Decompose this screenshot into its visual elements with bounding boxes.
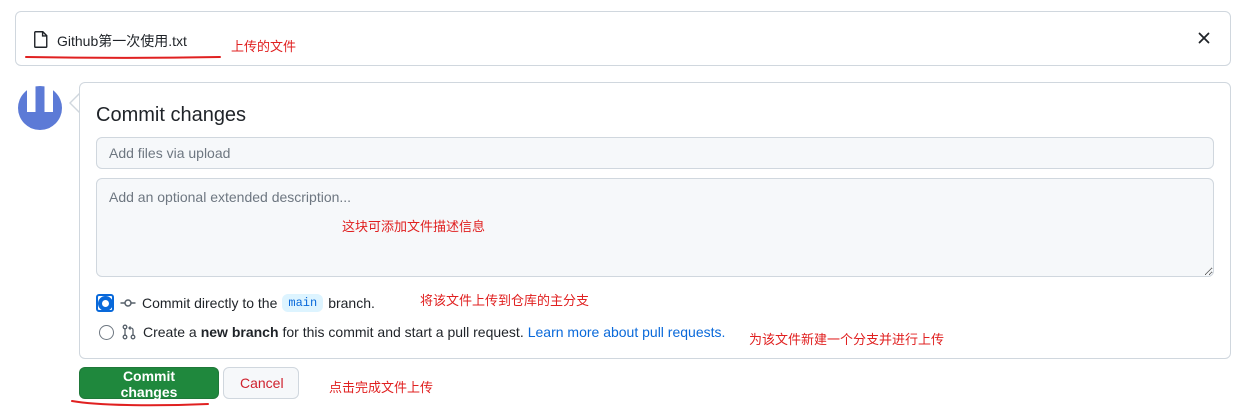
- learn-more-link[interactable]: Learn more about pull requests.: [528, 324, 726, 340]
- annotation-new-branch-hint: 为该文件新建一个分支并进行上传: [749, 332, 945, 347]
- cancel-button[interactable]: Cancel: [223, 367, 299, 399]
- avatar: [18, 86, 62, 130]
- option-new-prefix: Create a: [143, 324, 197, 340]
- uploaded-file-row: Github第一次使用.txt: [15, 11, 1231, 66]
- option-commit-direct[interactable]: Commit directly to the main branch.: [96, 293, 375, 313]
- avatar-identicon: [18, 86, 62, 130]
- annotation-commit-hint: 点击完成文件上传: [329, 380, 434, 395]
- option-direct-suffix: branch.: [328, 295, 375, 311]
- commit-panel: Commit changes Commit directly to the ma…: [79, 82, 1231, 359]
- git-pull-request-icon: [122, 324, 136, 340]
- option-direct-prefix: Commit directly to the: [142, 295, 278, 311]
- annotation-direct-hint: 将该文件上传到仓库的主分支: [420, 293, 590, 308]
- option-new-bold: new branch: [200, 324, 279, 340]
- annotation-description-hint: 这块可添加文件描述信息: [342, 219, 486, 234]
- annotation-uploaded-file: 上传的文件: [231, 39, 297, 54]
- git-commit-icon: [120, 299, 136, 307]
- file-name: Github第一次使用.txt: [57, 33, 187, 49]
- commit-changes-button[interactable]: Commit changes: [79, 367, 219, 400]
- close-icon[interactable]: [1196, 30, 1212, 46]
- option-new-branch[interactable]: Create a new branch for this commit and …: [98, 322, 725, 342]
- commit-title: Commit changes: [96, 104, 247, 126]
- branch-name-badge: main: [282, 294, 324, 312]
- radio-focus-ring: [96, 294, 114, 312]
- file-icon: [34, 31, 48, 48]
- radio-commit-direct[interactable]: [97, 295, 113, 311]
- radio-new-branch[interactable]: [99, 324, 114, 340]
- commit-summary-input[interactable]: [96, 137, 1214, 169]
- option-new-suffix: for this commit and start a pull request…: [282, 324, 524, 340]
- commit-description-input[interactable]: [96, 178, 1214, 277]
